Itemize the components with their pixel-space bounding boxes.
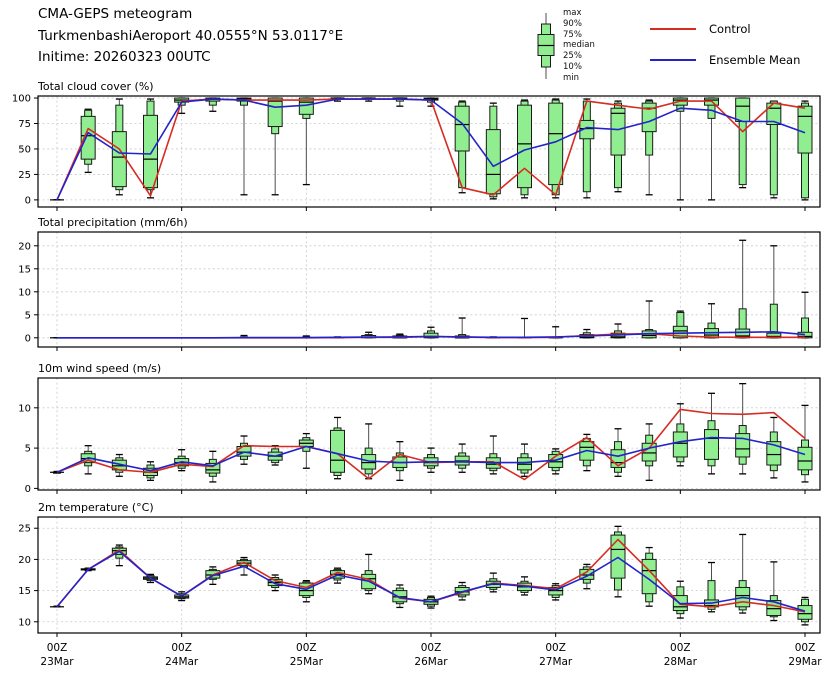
ensemble-mean-label: Ensemble Mean <box>709 53 800 67</box>
panel-frame <box>38 517 820 633</box>
x-tick-time: 00Z <box>296 642 317 654</box>
legend-label-25: 25% <box>563 51 595 62</box>
x-tick-date: 29Mar <box>788 656 822 668</box>
y-tick-label: 25 <box>18 524 31 535</box>
x-tick-date: 28Mar <box>664 656 698 668</box>
y-axis: 0 25 50 75 100 <box>12 94 38 207</box>
y-tick-label: 50 <box>18 144 31 155</box>
y-tick-label: 0 <box>25 333 31 344</box>
page-title: CMA-GEPS meteogram <box>38 4 343 26</box>
header: CMA-GEPS meteogram TurkmenbashiAeroport … <box>38 4 343 69</box>
legend-label-75: 75% <box>563 30 595 41</box>
panel-total-precipitation: 0 5 10 15 20 Total precipitation (mm/6h) <box>18 216 820 351</box>
y-tick-label: 15 <box>18 586 31 597</box>
init-time: Initime: 20260323 00UTC <box>38 47 343 69</box>
legend-row-control: Control <box>650 22 800 36</box>
x-tick-time: 00Z <box>670 642 691 654</box>
legend-row-ensemble-mean: Ensemble Mean <box>650 53 800 67</box>
x-tick-date: 27Mar <box>539 656 573 668</box>
x-tick-time: 00Z <box>545 642 566 654</box>
panel-2m-temperature: 10 15 20 25 2m temperature (°C) <box>18 501 820 637</box>
legend-label-max: max <box>563 8 595 19</box>
x-tick-time: 00Z <box>795 642 816 654</box>
y-tick-label: 20 <box>18 555 31 566</box>
legend-label-90: 90% <box>563 19 595 30</box>
legend-label-median: median <box>563 40 595 51</box>
station-location: TurkmenbashiAeroport 40.0555°N 53.0117°E <box>38 26 343 48</box>
control-label: Control <box>709 22 751 36</box>
control-line-swatch <box>650 28 696 30</box>
y-tick-label: 0 <box>25 195 31 206</box>
y-axis: 0 5 10 15 20 <box>18 241 38 344</box>
x-tick-time: 00Z <box>47 642 68 654</box>
x-tick-date: 25Mar <box>290 656 324 668</box>
legend-label-min: min <box>563 73 595 84</box>
y-tick-label: 10 <box>18 287 31 298</box>
boxplot-legend-labels: max 90% 75% median 25% 10% min <box>563 8 595 84</box>
y-tick-label: 5 <box>25 310 31 321</box>
panel-title: Total cloud cover (%) <box>37 80 154 93</box>
y-tick-label: 25 <box>18 170 31 181</box>
x-tick-date: 24Mar <box>165 656 199 668</box>
meteogram-canvas: 0255075100Total cloud cover (%)05101520T… <box>0 0 833 678</box>
y-axis: 0 5 10 <box>18 403 38 495</box>
x-tick-time: 00Z <box>421 642 442 654</box>
line-legend: Control Ensemble Mean <box>650 22 800 84</box>
x-tick-date: 26Mar <box>414 656 448 668</box>
panel-title: 2m temperature (°C) <box>38 501 154 514</box>
panel-title: Total precipitation (mm/6h) <box>37 216 188 229</box>
panel-10m-wind-speed: 0 5 10 10m wind speed (m/s) <box>18 362 820 495</box>
y-tick-label: 20 <box>18 241 31 252</box>
x-axis: 00Z 23Mar 00Z 24Mar 00Z 25Mar 00Z 26Mar 00Z 27Mar… <box>40 642 822 668</box>
legend-label-10: 10% <box>563 62 595 73</box>
y-axis: 10 15 20 25 <box>18 524 38 629</box>
y-tick-label: 0 <box>25 484 31 495</box>
boxplot-legend-glyph <box>533 8 559 84</box>
panel-total-cloud-cover: 0 25 50 75 100 Total cloud cover (%) <box>12 80 820 211</box>
ensemble-mean-line-swatch <box>650 59 696 61</box>
boxplot-legend: max 90% 75% median 25% 10% min <box>533 8 595 84</box>
panel-frame <box>38 232 820 347</box>
y-tick-label: 10 <box>18 403 31 414</box>
y-tick-label: 5 <box>25 444 31 455</box>
panel-title: 10m wind speed (m/s) <box>38 362 161 375</box>
y-tick-label: 100 <box>12 94 31 105</box>
x-tick-date: 23Mar <box>40 656 74 668</box>
x-tick-time: 00Z <box>171 642 192 654</box>
meteogram-page: 0255075100Total cloud cover (%)05101520T… <box>0 0 833 678</box>
y-tick-label: 75 <box>18 119 31 130</box>
y-tick-label: 15 <box>18 264 31 275</box>
y-tick-label: 10 <box>18 617 31 628</box>
